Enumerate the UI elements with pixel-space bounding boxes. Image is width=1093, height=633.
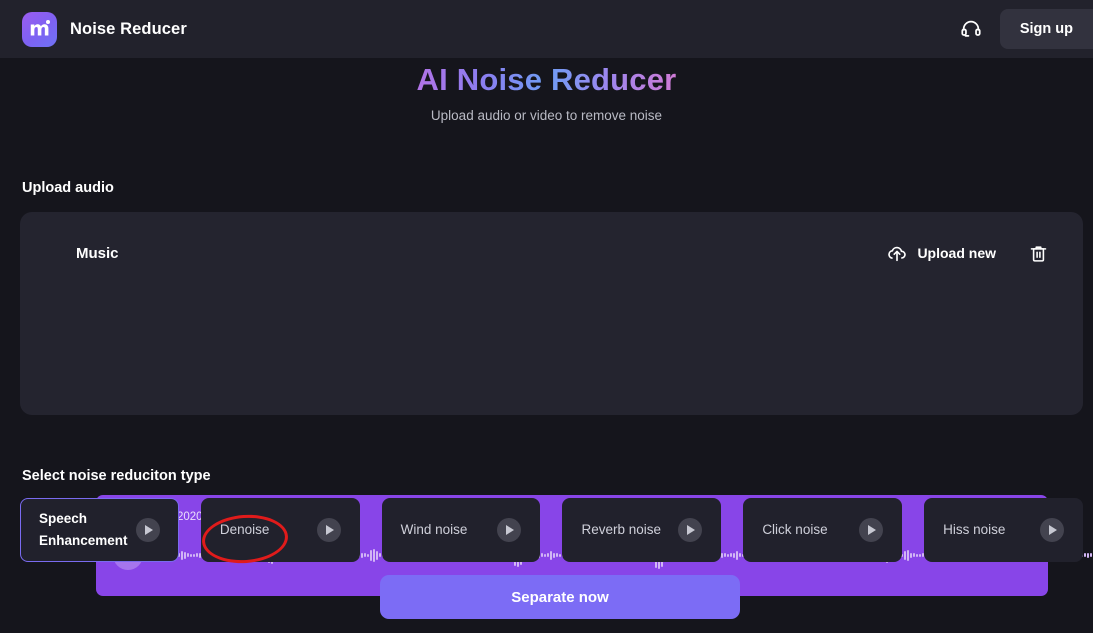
noise-type-card[interactable]: Denoise <box>200 498 360 562</box>
play-icon <box>868 525 877 535</box>
noise-type-card[interactable]: Reverb noise <box>562 498 722 562</box>
upload-new-label: Upload new <box>917 245 996 261</box>
brand[interactable]: m Noise Reducer <box>22 11 187 47</box>
upload-section-label: Upload audio <box>22 180 114 196</box>
upload-panel-title: Music <box>76 244 119 262</box>
brand-name: Noise Reducer <box>70 19 187 38</box>
top-navigation-bar: m Noise Reducer Sign up <box>0 0 1093 58</box>
trash-icon[interactable] <box>1028 243 1049 264</box>
upload-panel-header: Music Upload new <box>76 242 1049 264</box>
noise-type-section-label: Select noise reduciton type <box>22 468 211 484</box>
noise-type-label: Hiss noise <box>943 522 1006 538</box>
noise-type-label: Denoise <box>219 522 270 538</box>
noise-type-preview-button[interactable] <box>1039 518 1064 542</box>
signup-button[interactable]: Sign up <box>999 9 1093 49</box>
app-root: m Noise Reducer Sign up AI Noise Reducer… <box>0 0 1093 633</box>
noise-type-card[interactable]: Wind noise <box>381 498 541 562</box>
upload-panel-actions: Upload new <box>886 242 1049 264</box>
separate-now-button[interactable]: Separate now <box>380 575 740 619</box>
page-title: AI Noise Reducer <box>416 62 677 97</box>
headset-icon[interactable] <box>956 14 986 44</box>
logo-letter: m <box>29 16 50 41</box>
noise-type-card[interactable]: Click noise <box>743 498 903 562</box>
noise-type-preview-button[interactable] <box>316 518 341 542</box>
noise-type-label: Wind noise <box>400 522 468 538</box>
noise-type-preview-button[interactable] <box>859 518 884 542</box>
noise-type-preview-button[interactable] <box>678 518 703 542</box>
waveform-bar <box>1084 553 1086 557</box>
noise-type-list: Speech Enhancement Denoise Wind noise Rever… <box>20 498 1083 562</box>
noise-type-label: Click noise <box>762 522 828 538</box>
upload-panel: Music Upload new <box>20 212 1092 596</box>
cloud-upload-icon <box>886 242 908 264</box>
hero-section: AI Noise Reducer Upload audio or video t… <box>0 58 1093 123</box>
waveform-bar <box>1087 552 1089 558</box>
play-icon <box>506 525 515 535</box>
noise-type-preview-button[interactable] <box>135 518 160 542</box>
play-icon <box>144 525 153 535</box>
play-icon <box>325 525 334 535</box>
noise-type-card[interactable]: Speech Enhancement <box>20 498 179 562</box>
noise-type-preview-button[interactable] <box>497 518 522 542</box>
noise-type-label: Reverb noise <box>581 522 662 538</box>
app-logo-icon: m <box>22 11 57 47</box>
play-icon <box>1048 525 1057 535</box>
upload-new-button[interactable]: Upload new <box>886 242 996 264</box>
top-bar-actions: Sign up <box>956 0 1093 58</box>
noise-type-label: Speech Enhancement <box>39 511 128 548</box>
waveform-bar <box>1090 553 1092 557</box>
noise-type-card[interactable]: Hiss noise <box>924 498 1083 562</box>
page-subtitle: Upload audio or video to remove noise <box>430 108 663 123</box>
logo-dot <box>46 19 50 24</box>
play-icon <box>687 525 696 535</box>
